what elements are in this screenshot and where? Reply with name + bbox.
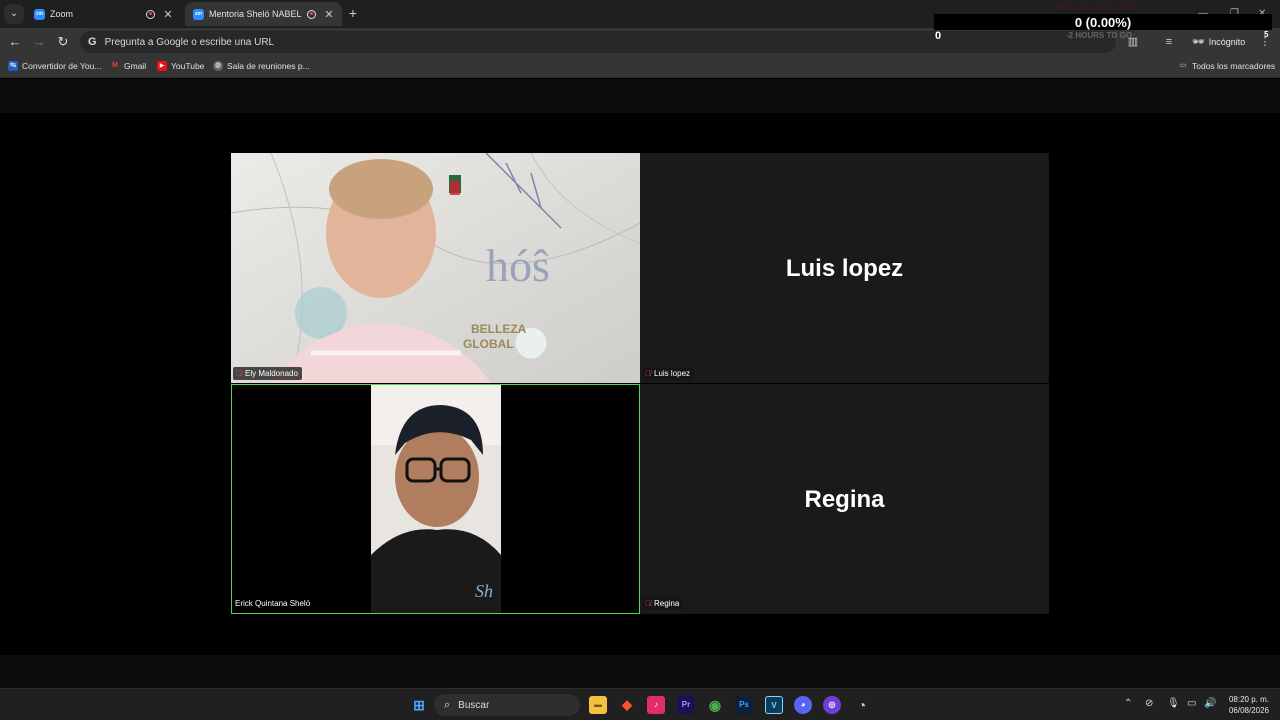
bookmark-meeting-room[interactable]: ◍ Sala de reuniones p... <box>213 61 310 71</box>
muted-mic-icon: 🎙̸ <box>645 369 651 378</box>
chrome-icon[interactable]: ◉ <box>706 696 724 714</box>
overlay-left-count: 0 <box>935 30 942 42</box>
overlay-right-count: 5 <box>1264 30 1269 39</box>
globe-icon: ◍ <box>213 61 223 71</box>
zoom-bottom-band <box>0 655 1280 689</box>
bookmark-label: Convertidor de You... <box>22 61 102 71</box>
muted-mic-icon: 🎙̸ <box>236 369 242 378</box>
video-tile-regina[interactable]: Regina 🎙̸ Regina <box>640 384 1049 614</box>
bookmark-label: Gmail <box>124 61 147 71</box>
zoom-top-band <box>0 79 1280 113</box>
reload-icon[interactable]: ↻ <box>55 34 71 50</box>
bookmarks-bar: ↹ Convertidor de You... M Gmail ▶ YouTub… <box>0 56 1280 78</box>
zoom-favicon-icon: zm <box>34 8 45 20</box>
bookmark-gmail[interactable]: M Gmail <box>110 61 146 71</box>
youtube-icon: ▶ <box>157 61 167 71</box>
new-tab-button[interactable]: + <box>346 6 360 20</box>
participant-name-badge: 🎙̸ Ely Maldonado <box>233 367 302 380</box>
brave-icon[interactable]: ◆ <box>618 696 636 714</box>
all-bookmarks[interactable]: ▭ Todos los marcadores <box>1178 61 1275 71</box>
overlay-time-left: -2 HOURS TO GO <box>1066 31 1133 40</box>
participant-display-name: Regina <box>804 486 885 513</box>
folder-icon: ▭ <box>1179 62 1187 69</box>
search-icon: ⌕ <box>444 698 451 711</box>
notifications-off-icon[interactable]: ⊘ <box>1145 698 1153 709</box>
windows-taskbar: ⊞ ⌕ Buscar ▬ ◆ ♪ Pr ◉ Ps V ◕ ◎ ◔ ⌃ ⊘ 🎙 ▭… <box>0 688 1280 720</box>
taskbar-search[interactable]: ⌕ Buscar <box>434 694 580 716</box>
svg-text:GLOBAL: GLOBAL <box>463 337 514 351</box>
recording-icon <box>146 9 155 19</box>
participant-name: Ely Maldonado <box>245 369 298 378</box>
converter-icon: ↹ <box>8 61 18 71</box>
start-icon[interactable]: ⊞ <box>410 696 428 714</box>
volume-icon[interactable]: 🔊 <box>1204 698 1216 709</box>
premiere-icon[interactable]: Pr <box>677 696 695 714</box>
video-tile-ely[interactable]: hóŝ BELLEZA GLOBAL 🎙̸ Ely Maldonado <box>231 153 640 383</box>
clock-time: 08:20 p. m. <box>1228 695 1270 704</box>
clock-date: 06/08/2026 <box>1228 706 1270 715</box>
erick-video-frame: Sh <box>371 385 501 613</box>
discord-icon[interactable]: ◕ <box>794 696 812 714</box>
tab-search-button[interactable]: ⌄ <box>4 4 24 24</box>
zoom-favicon-icon: zm <box>193 8 204 20</box>
overlay-value: 0 (0.00%) <box>1074 15 1132 30</box>
participant-name: Regina <box>654 599 680 608</box>
bookmark-label: Sala de reuniones p... <box>227 61 310 71</box>
svg-text:Sh: Sh <box>475 581 493 601</box>
video-tile-luis[interactable]: Luis lopez 🎙̸ Luis lopez <box>640 153 1049 383</box>
subs-goal-overlay: meta de subs kick 0 (0.00%) 0 -2 HOURS T… <box>934 0 1272 44</box>
tab-label: Zoom <box>50 9 74 19</box>
participant-display-name: Luis lopez <box>785 255 904 282</box>
participant-name-badge: Erick Quintana Sheló <box>232 597 314 610</box>
tab-zoom[interactable]: zm Zoom ✕ <box>26 2 181 26</box>
participant-name: Luis lopez <box>654 369 691 378</box>
tab-label: Mentoria Sheló NABEL <box>209 9 302 19</box>
bookmark-label: YouTube <box>171 61 205 71</box>
gmail-icon: M <box>112 62 118 69</box>
ely-video-frame: hóŝ BELLEZA GLOBAL <box>231 153 640 383</box>
bookmark-youtube[interactable]: ▶ YouTube <box>157 61 204 71</box>
tray-chevron-icon[interactable]: ⌃ <box>1124 698 1132 709</box>
google-icon: G <box>88 36 97 48</box>
bookmark-converter[interactable]: ↹ Convertidor de You... <box>8 61 101 71</box>
participant-name: Erick Quintana Sheló <box>235 599 311 608</box>
taskbar-clock[interactable]: 08:20 p. m. 06/08/2026 <box>1222 694 1276 716</box>
photoshop-icon[interactable]: Ps <box>735 696 753 714</box>
back-icon[interactable]: ← <box>7 34 23 50</box>
participant-name-badge: 🎙̸ Luis lopez <box>642 367 695 380</box>
participant-name-badge: 🎙̸ Regina <box>642 597 684 610</box>
close-tab-icon[interactable]: ✕ <box>324 8 334 21</box>
network-icon[interactable]: ▭ <box>1187 698 1196 709</box>
all-bookmarks-label: Todos los marcadores <box>1192 61 1276 71</box>
recording-icon <box>307 9 316 19</box>
forward-icon[interactable]: → <box>31 34 47 50</box>
vegas-icon[interactable]: V <box>765 696 783 714</box>
muted-mic-icon: 🎙̸ <box>645 599 651 608</box>
overlay-title: meta de subs kick <box>1052 1 1139 12</box>
video-tile-erick[interactable]: Sh Erick Quintana Sheló <box>231 384 640 614</box>
obs-icon[interactable]: ◎ <box>823 696 841 714</box>
svg-text:BELLEZA: BELLEZA <box>471 322 527 336</box>
zoom-meeting-area: hóŝ BELLEZA GLOBAL 🎙̸ Ely Maldonado Luis… <box>0 79 1280 689</box>
microphone-icon[interactable]: 🎙 <box>1167 698 1180 709</box>
address-placeholder: Pregunta a Google o escribe una URL <box>104 36 275 48</box>
app-icon[interactable]: ◔ <box>853 696 871 714</box>
search-label: Buscar <box>458 699 490 711</box>
tab-mentoria[interactable]: zm Mentoria Sheló NABEL ✕ <box>185 2 342 26</box>
close-tab-icon[interactable]: ✕ <box>163 8 173 21</box>
tiktok-icon[interactable]: ♪ <box>647 696 665 714</box>
brand-letters: hóŝ <box>486 240 550 291</box>
file-explorer-icon[interactable]: ▬ <box>589 696 607 714</box>
